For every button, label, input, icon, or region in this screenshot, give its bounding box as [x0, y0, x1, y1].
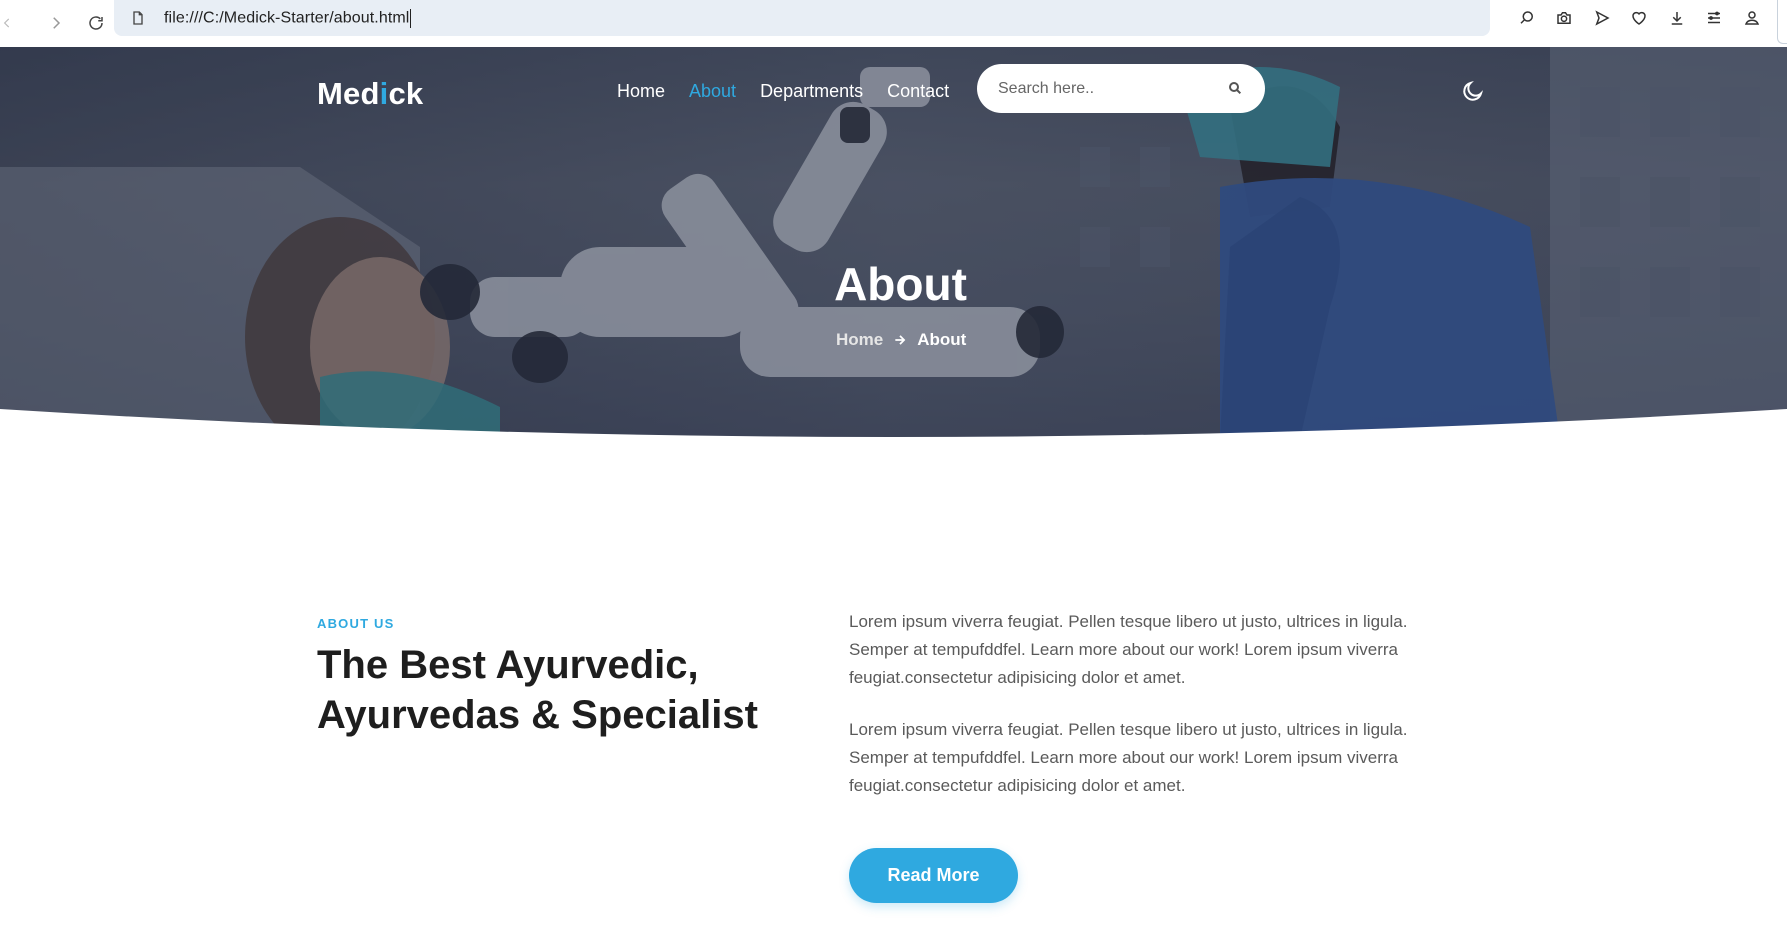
- hero-banner: Medick Home About Departments Contact Ab…: [0, 47, 1787, 439]
- arrow-right-icon: [893, 333, 907, 347]
- about-paragraph: Lorem ipsum viverra feugiat. Pellen tesq…: [849, 720, 1408, 795]
- about-paragraph: Lorem ipsum viverra feugiat. Pellen tesq…: [849, 612, 1408, 687]
- heart-icon[interactable]: [1621, 1, 1659, 35]
- breadcrumb-home[interactable]: Home: [836, 330, 883, 350]
- menu-icon[interactable]: [1696, 1, 1734, 35]
- hero-background-image: [0, 47, 1787, 439]
- breadcrumb-current: About: [917, 330, 967, 349]
- site-logo[interactable]: Medick: [317, 76, 423, 112]
- sidebar-edge: [1777, 0, 1787, 44]
- breadcrumb: Home About: [836, 330, 966, 350]
- browser-tools: [1508, 0, 1771, 36]
- download-icon[interactable]: [1658, 1, 1696, 35]
- back-button[interactable]: [0, 6, 14, 40]
- search-input[interactable]: [998, 79, 1218, 98]
- search-box: [977, 64, 1265, 113]
- nav-item-contact[interactable]: Contact: [887, 81, 949, 102]
- nav-item-departments[interactable]: Departments: [760, 81, 863, 102]
- nav-item-home[interactable]: Home: [617, 81, 665, 102]
- text-caret: [410, 8, 412, 28]
- search-chat-icon[interactable]: [1508, 1, 1546, 35]
- address-bar[interactable]: file:///C:/Medick-Starter/about.html: [114, 0, 1490, 36]
- main-navigation: Home About Departments Contact: [617, 81, 949, 102]
- url-text[interactable]: file:///C:/Medick-Starter/about.html: [164, 8, 412, 28]
- moon-icon[interactable]: [1461, 79, 1485, 103]
- page-icon: [130, 10, 146, 26]
- section-heading: The Best Ayurvedic, Ayurvedas & Speciali…: [317, 643, 758, 737]
- send-icon[interactable]: [1583, 1, 1621, 35]
- forward-button[interactable]: [36, 6, 76, 40]
- chevron-left-icon: [3, 18, 10, 28]
- camera-icon[interactable]: [1546, 1, 1584, 35]
- hero-curve-divider: [0, 409, 1787, 439]
- nav-item-about[interactable]: About: [689, 81, 736, 102]
- read-more-button[interactable]: Read More: [849, 848, 1018, 903]
- section-kicker: ABOUT US: [317, 616, 395, 631]
- chevron-right-icon: [53, 17, 61, 29]
- reload-button[interactable]: [76, 6, 116, 40]
- reload-icon: [89, 16, 103, 30]
- page-title: About: [834, 258, 967, 310]
- profile-icon[interactable]: [1733, 1, 1771, 35]
- search-icon[interactable]: [1227, 80, 1243, 96]
